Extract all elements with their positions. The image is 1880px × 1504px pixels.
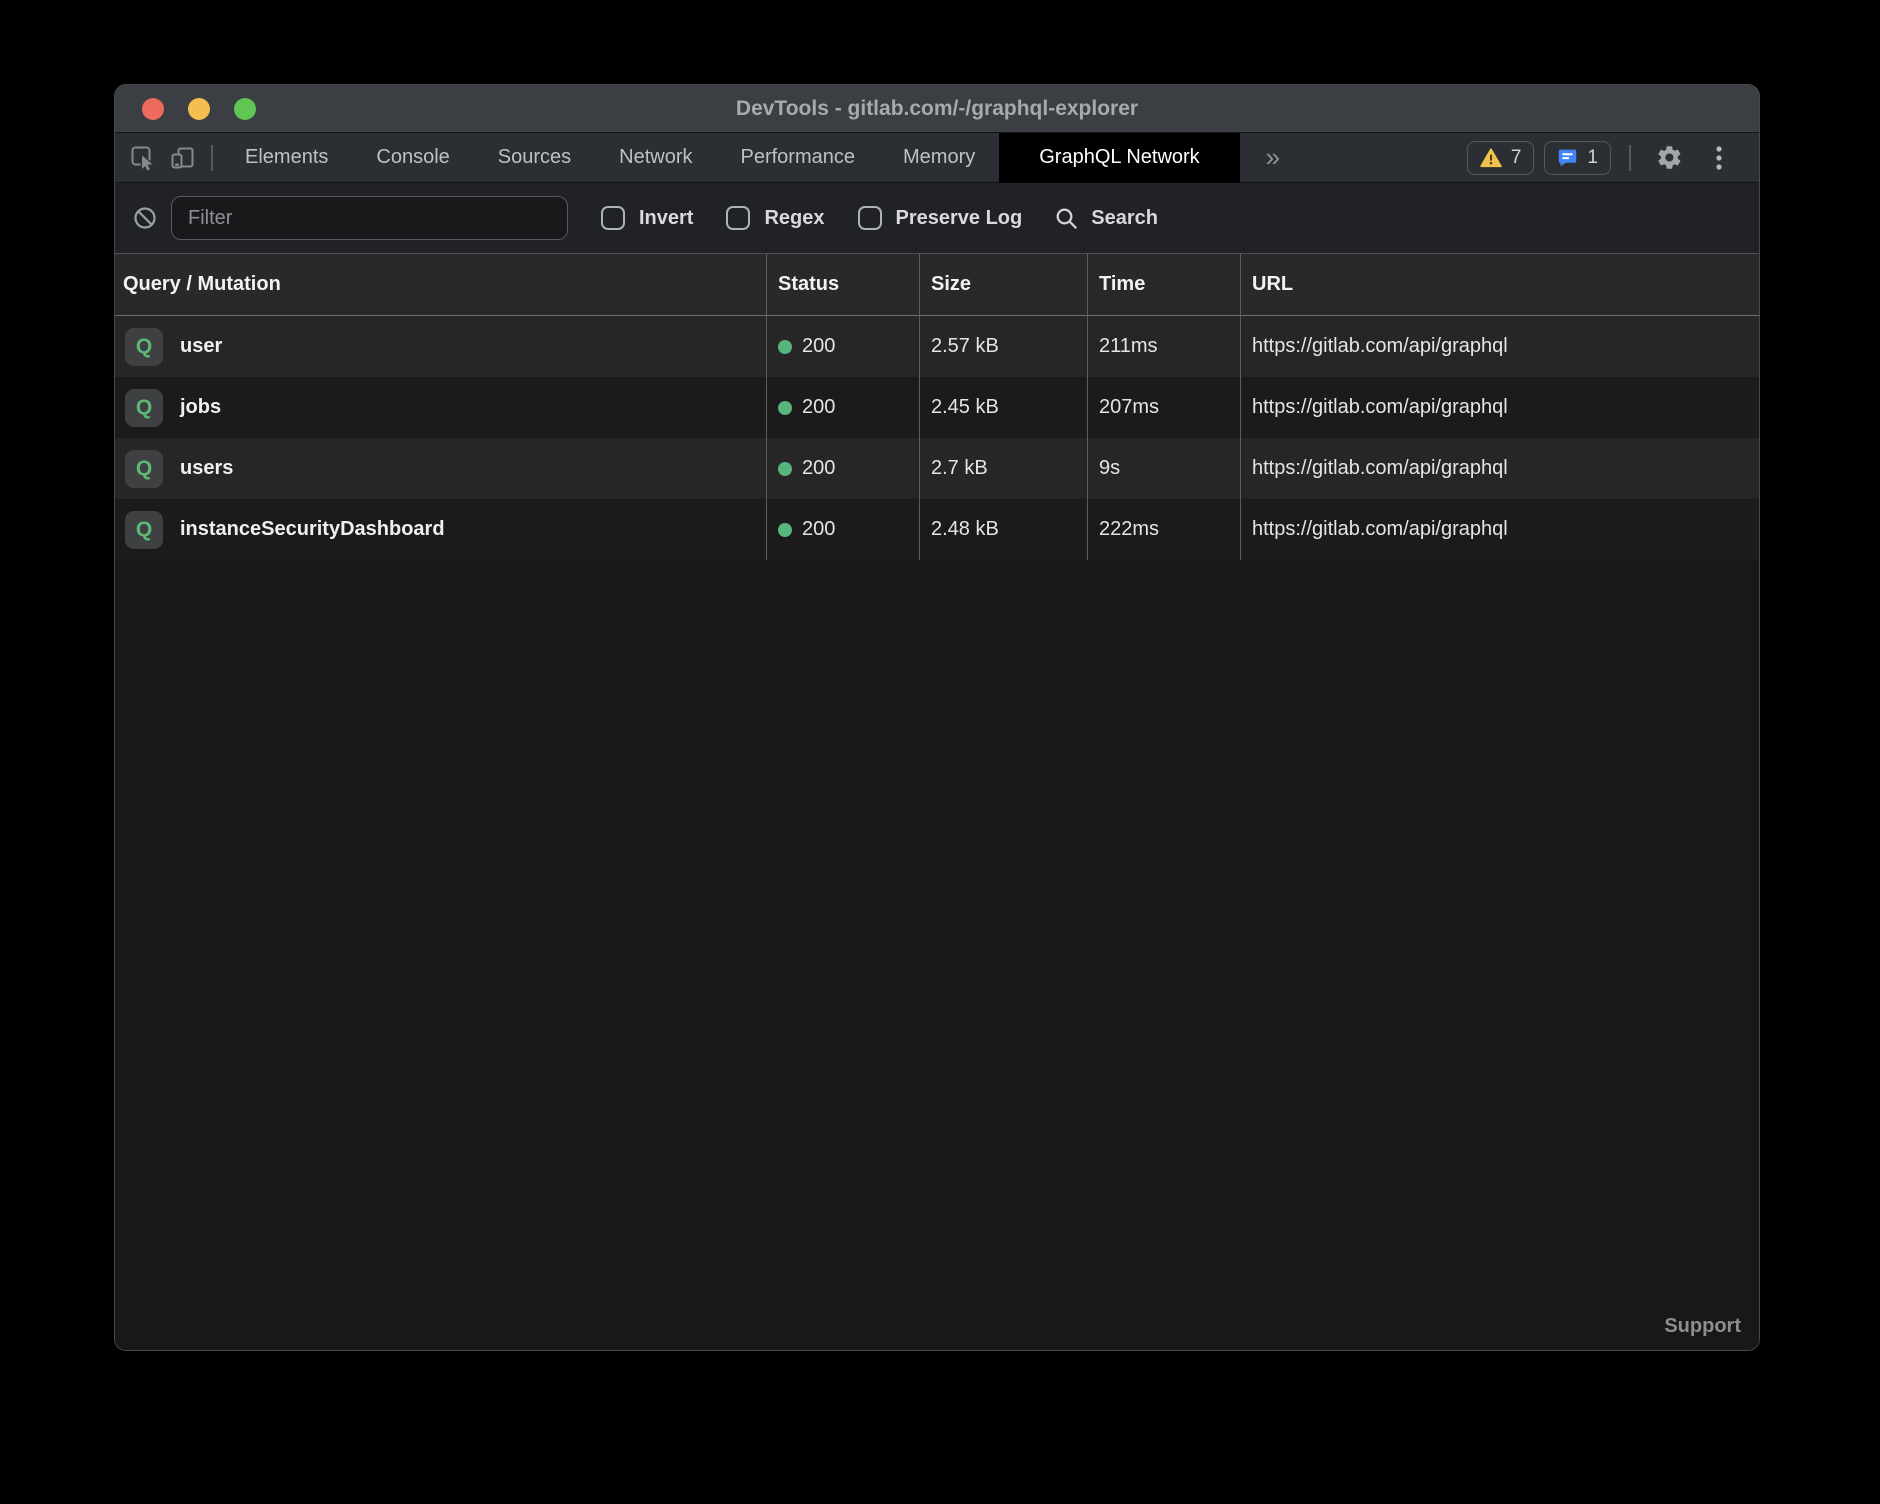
inspect-element-button[interactable]	[123, 133, 163, 183]
query-type-badge: Q	[125, 450, 163, 488]
tab-network[interactable]: Network	[595, 133, 716, 183]
table-row[interactable]: Q user 200 2.57 kB 211ms https://gitlab.…	[115, 316, 1759, 377]
request-url: https://gitlab.com/api/graphql	[1240, 457, 1759, 480]
tab-console[interactable]: Console	[352, 133, 473, 183]
support-link[interactable]: Support	[1664, 1315, 1741, 1338]
invert-checkbox[interactable]	[601, 206, 625, 230]
status-code: 200	[802, 457, 835, 480]
settings-button[interactable]	[1649, 133, 1689, 183]
column-header-size[interactable]: Size	[919, 273, 1087, 296]
search-label: Search	[1091, 207, 1158, 230]
invert-label: Invert	[639, 207, 693, 230]
query-type-badge: Q	[125, 511, 163, 549]
warnings-count: 7	[1511, 147, 1522, 169]
table-row[interactable]: Q jobs 200 2.45 kB 207ms https://gitlab.…	[115, 377, 1759, 438]
toolbar-right-controls: 7 1	[1467, 133, 1739, 183]
device-toolbar-icon	[169, 144, 197, 172]
query-name: user	[180, 335, 222, 358]
invert-checkbox-group[interactable]: Invert	[601, 206, 693, 230]
block-circle-icon	[132, 205, 158, 231]
devtools-window: DevTools - gitlab.com/-/graphql-explorer	[114, 84, 1760, 1351]
close-button[interactable]	[142, 98, 164, 120]
tab-sources[interactable]: Sources	[474, 133, 595, 183]
request-url: https://gitlab.com/api/graphql	[1240, 518, 1759, 541]
toolbar-separator	[211, 145, 213, 171]
warnings-badge[interactable]: 7	[1467, 141, 1535, 175]
tab-elements[interactable]: Elements	[221, 133, 352, 183]
issues-count: 1	[1587, 147, 1598, 169]
response-time: 207ms	[1087, 396, 1240, 419]
response-size: 2.48 kB	[919, 518, 1087, 541]
response-time: 9s	[1087, 457, 1240, 480]
zoom-button[interactable]	[234, 98, 256, 120]
status-code: 200	[802, 396, 835, 419]
query-name: jobs	[180, 396, 221, 419]
message-bubble-icon	[1557, 147, 1578, 168]
status-code: 200	[802, 335, 835, 358]
inspect-cursor-icon	[129, 144, 157, 172]
column-header-time[interactable]: Time	[1087, 273, 1240, 296]
status-ok-dot-icon	[778, 340, 792, 354]
column-header-url[interactable]: URL	[1240, 273, 1759, 296]
response-size: 2.45 kB	[919, 396, 1087, 419]
status-ok-dot-icon	[778, 523, 792, 537]
regex-label: Regex	[764, 207, 824, 230]
status-ok-dot-icon	[778, 401, 792, 415]
query-type-badge: Q	[125, 389, 163, 427]
filter-input[interactable]	[171, 196, 568, 240]
status-code: 200	[802, 518, 835, 541]
warning-triangle-icon	[1480, 148, 1502, 168]
more-tabs-chevron-icon[interactable]: »	[1240, 142, 1306, 173]
preserve-log-label: Preserve Log	[896, 207, 1023, 230]
issues-badge[interactable]: 1	[1544, 141, 1611, 175]
traffic-lights	[142, 98, 256, 120]
preserve-log-checkbox[interactable]	[858, 206, 882, 230]
filter-bar: Invert Regex Preserve Log Search	[115, 183, 1759, 254]
query-type-badge: Q	[125, 328, 163, 366]
gear-icon	[1656, 144, 1683, 171]
response-size: 2.57 kB	[919, 335, 1087, 358]
toggle-device-toolbar-button[interactable]	[163, 133, 203, 183]
devtools-toolbar: Elements Console Sources Network Perform…	[115, 133, 1759, 183]
title-bar: DevTools - gitlab.com/-/graphql-explorer	[115, 85, 1759, 133]
toolbar-right-separator	[1629, 145, 1631, 171]
request-url: https://gitlab.com/api/graphql	[1240, 396, 1759, 419]
table-row[interactable]: Q instanceSecurityDashboard 200 2.48 kB …	[115, 499, 1759, 560]
vertical-dots-icon	[1715, 144, 1723, 172]
minimize-button[interactable]	[188, 98, 210, 120]
response-time: 222ms	[1087, 518, 1240, 541]
search-control[interactable]: Search	[1054, 206, 1158, 231]
table-row[interactable]: Q users 200 2.7 kB 9s https://gitlab.com…	[115, 438, 1759, 499]
search-icon	[1054, 206, 1079, 231]
query-name: instanceSecurityDashboard	[180, 518, 445, 541]
column-header-query-mutation[interactable]: Query / Mutation	[115, 273, 766, 296]
tab-graphql-network[interactable]: GraphQL Network	[999, 133, 1239, 183]
requests-table: Query / Mutation Status Size Time URL Q …	[115, 254, 1759, 1350]
regex-checkbox[interactable]	[726, 206, 750, 230]
tab-memory[interactable]: Memory	[879, 133, 999, 183]
preserve-log-checkbox-group[interactable]: Preserve Log	[858, 206, 1023, 230]
more-options-button[interactable]	[1699, 133, 1739, 183]
column-header-status[interactable]: Status	[766, 273, 919, 296]
query-name: users	[180, 457, 233, 480]
empty-table-area: Support	[115, 560, 1759, 1350]
clear-requests-button[interactable]	[125, 205, 165, 231]
tab-performance[interactable]: Performance	[717, 133, 880, 183]
window-title: DevTools - gitlab.com/-/graphql-explorer	[115, 97, 1759, 121]
table-header-row: Query / Mutation Status Size Time URL	[115, 254, 1759, 316]
response-time: 211ms	[1087, 335, 1240, 358]
request-url: https://gitlab.com/api/graphql	[1240, 335, 1759, 358]
regex-checkbox-group[interactable]: Regex	[726, 206, 824, 230]
response-size: 2.7 kB	[919, 457, 1087, 480]
status-ok-dot-icon	[778, 462, 792, 476]
